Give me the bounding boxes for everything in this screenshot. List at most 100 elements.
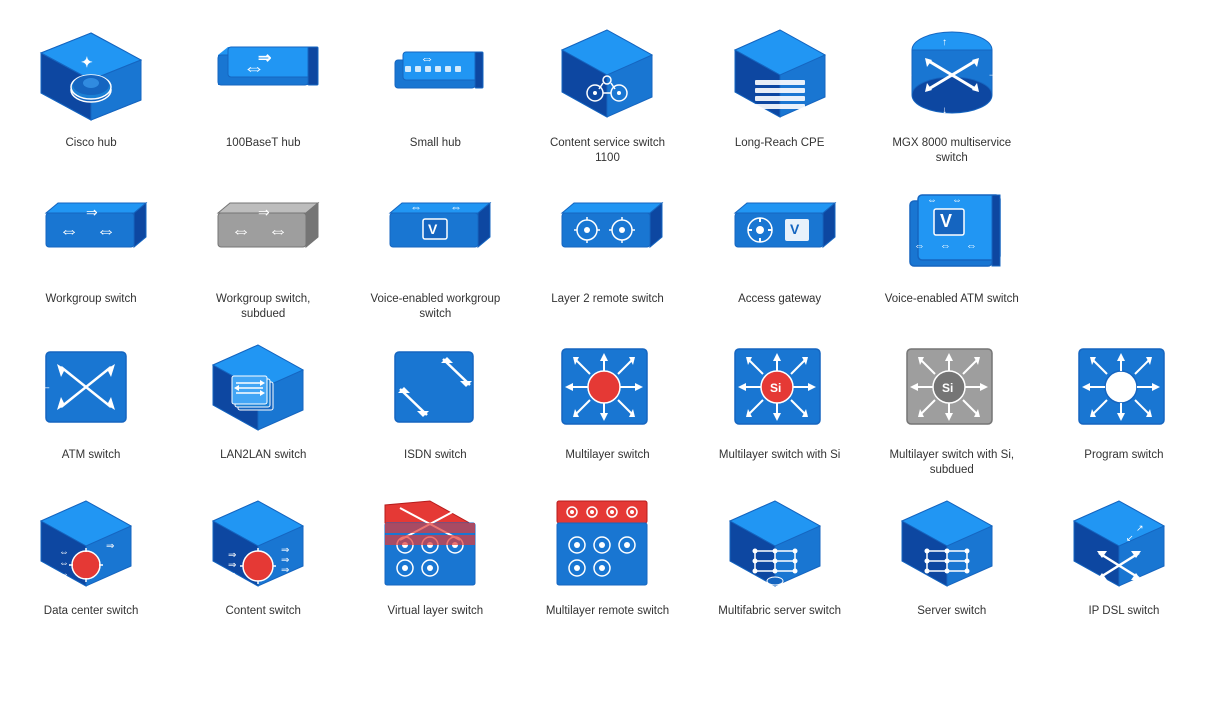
- icon-long-reach-cpe: [715, 20, 845, 130]
- label-voice-workgroup-switch: Voice-enabled workgroup switch: [365, 292, 505, 322]
- item-content-switch: ⇒ ⇒ ⇒ ⇒ ⇒ ⇒ Content switch: [182, 488, 344, 619]
- svg-text:⇔: ⇔: [450, 200, 462, 214]
- label-multilayer-remote-switch: Multilayer remote switch: [546, 604, 669, 619]
- item-multilayer-switch: Multilayer switch: [526, 332, 688, 478]
- label-content-service-switch-1100: Content service switch 1100: [537, 136, 677, 166]
- label-isdn-switch: ISDN switch: [404, 448, 467, 463]
- item-access-gateway: V Access gateway: [699, 176, 861, 322]
- svg-text:⇒: ⇒: [281, 565, 289, 576]
- item-ip-dsl-switch: ↙ ↗ IP DSL switch: [1043, 488, 1205, 619]
- item-multilayer-remote-switch: Multilayer remote switch: [526, 488, 688, 619]
- item-multifabric-server-switch: ⇒ Multifabric server switch: [699, 488, 861, 619]
- svg-text:⇒: ⇒: [228, 570, 236, 581]
- label-access-gateway: Access gateway: [738, 292, 821, 307]
- icon-voice-workgroup-switch: V ⇔ ⇔: [370, 176, 500, 286]
- label-atm-switch: ATM switch: [62, 448, 121, 463]
- svg-text:V: V: [940, 211, 952, 231]
- svg-text:⇔: ⇔: [420, 50, 434, 66]
- item-voice-workgroup-switch: V ⇔ ⇔ Voice-enabled workgroup switch: [354, 176, 516, 322]
- icon-grid: ✦ Cisco hub ⇔ ⇒ 100BaseT hub: [0, 0, 1215, 639]
- item-cisco-hub: ✦ Cisco hub: [10, 20, 172, 166]
- item-long-reach-cpe: Long-Reach CPE: [699, 20, 861, 166]
- svg-text:←: ←: [902, 66, 914, 80]
- icon-workgroup-switch: ⇔ ⇔ ⇒: [26, 176, 156, 286]
- icon-multifabric-server-switch: ⇒: [715, 488, 845, 598]
- svg-text:↗: ↗: [1136, 523, 1144, 533]
- svg-text:⇔: ⇔: [410, 200, 422, 214]
- label-multilayer-switch-si: Multilayer switch with Si: [719, 448, 840, 463]
- icon-access-gateway: V: [715, 176, 845, 286]
- label-program-switch: Program switch: [1084, 448, 1163, 463]
- icon-mgx-8000: ← → ↑ ↓: [887, 20, 1017, 130]
- label-virtual-layer-switch: Virtual layer switch: [388, 604, 484, 619]
- icon-multilayer-switch-si-subdued: Si: [887, 332, 1017, 442]
- icon-layer2-remote-switch: [542, 176, 672, 286]
- item-isdn-switch: ISDN switch: [354, 332, 516, 478]
- svg-text:↑: ↑: [942, 37, 947, 48]
- item-mgx-8000: ← → ↑ ↓ MGX 8000 multiservice switch: [871, 20, 1033, 166]
- svg-text:→: →: [987, 66, 999, 80]
- label-voice-atm-switch: Voice-enabled ATM switch: [885, 292, 1019, 307]
- item-multilayer-switch-si-subdued: Si Multilayer switch with Si, subdued: [871, 332, 1033, 478]
- icon-spacer1: [1059, 20, 1189, 130]
- icon-multilayer-switch: [542, 332, 672, 442]
- svg-text:⇔: ⇔: [940, 240, 951, 252]
- svg-text:⇔: ⇔: [96, 220, 116, 242]
- svg-text:⇒: ⇒: [106, 541, 114, 552]
- svg-text:⇒: ⇒: [86, 204, 98, 220]
- item-workgroup-switch-subdued: ⇔ ⇔ ⇒ Workgroup switch, subdued: [182, 176, 344, 322]
- svg-text:V: V: [428, 221, 438, 237]
- icon-small-hub: ⇔: [370, 20, 500, 130]
- icon-workgroup-switch-subdued: ⇔ ⇔ ⇒: [198, 176, 328, 286]
- item-atm-switch: ← → ↑ ↓ ATM switch: [10, 332, 172, 478]
- svg-text:⇔: ⇔: [59, 558, 69, 569]
- item-100baset-hub: ⇔ ⇒ 100BaseT hub: [182, 20, 344, 166]
- item-program-switch: Program switch: [1043, 332, 1205, 478]
- icon-data-center-switch: ⇔ ⇔ ⇔ ⇒: [26, 488, 156, 598]
- item-content-service-switch-1100: Content service switch 1100: [526, 20, 688, 166]
- icon-voice-atm-switch: V ⇔ ⇔ ⇔ ⇔ ⇔: [887, 176, 1017, 286]
- svg-text:✦: ✦: [81, 54, 93, 70]
- svg-text:⇔: ⇔: [59, 220, 79, 242]
- item-multilayer-switch-si: Si Multilayer switch with Si: [699, 332, 861, 478]
- svg-text:⇔: ⇔: [966, 240, 977, 252]
- item-lan2lan-switch: LAN2LAN switch: [182, 332, 344, 478]
- svg-text:⇔: ⇔: [59, 547, 69, 558]
- svg-text:↓: ↓: [82, 423, 88, 435]
- icon-cisco-hub: ✦: [26, 20, 156, 130]
- label-long-reach-cpe: Long-Reach CPE: [735, 136, 825, 151]
- icon-content-switch: ⇒ ⇒ ⇒ ⇒ ⇒ ⇒: [198, 488, 328, 598]
- icon-atm-switch: ← → ↑ ↓: [26, 332, 156, 442]
- label-multifabric-server-switch: Multifabric server switch: [718, 604, 841, 619]
- svg-text:⇒: ⇒: [258, 50, 271, 67]
- svg-text:↑: ↑: [82, 340, 88, 352]
- svg-text:Si: Si: [770, 381, 781, 395]
- label-workgroup-switch: Workgroup switch: [45, 292, 136, 307]
- svg-text:←: ←: [39, 378, 52, 393]
- svg-text:⇔: ⇔: [59, 569, 69, 580]
- icon-content-service-switch-1100: [542, 20, 672, 130]
- svg-text:→: →: [128, 378, 141, 393]
- svg-text:Si: Si: [942, 381, 953, 395]
- item-server-switch: Server switch: [871, 488, 1033, 619]
- icon-isdn-switch: [370, 332, 500, 442]
- item-small-hub: ⇔ Small hub: [354, 20, 516, 166]
- icon-virtual-layer-switch: [370, 488, 500, 598]
- svg-text:⇔: ⇔: [927, 195, 937, 206]
- svg-text:↙: ↙: [1126, 533, 1134, 543]
- icon-program-switch: [1059, 332, 1189, 442]
- icon-spacer2: [1059, 176, 1189, 286]
- svg-text:⇔: ⇔: [231, 220, 251, 242]
- svg-text:⇒: ⇒: [258, 204, 270, 220]
- icon-multilayer-remote-switch: [542, 488, 672, 598]
- label-small-hub: Small hub: [410, 136, 461, 151]
- item-workgroup-switch: ⇔ ⇔ ⇒ Workgroup switch: [10, 176, 172, 322]
- svg-text:⇔: ⇔: [952, 195, 962, 206]
- icon-server-switch: [887, 488, 1017, 598]
- icon-lan2lan-switch: [198, 332, 328, 442]
- label-100baset-hub: 100BaseT hub: [226, 136, 301, 151]
- svg-text:⇔: ⇔: [914, 240, 925, 252]
- svg-text:V: V: [790, 221, 800, 237]
- label-cisco-hub: Cisco hub: [66, 136, 117, 151]
- label-server-switch: Server switch: [917, 604, 986, 619]
